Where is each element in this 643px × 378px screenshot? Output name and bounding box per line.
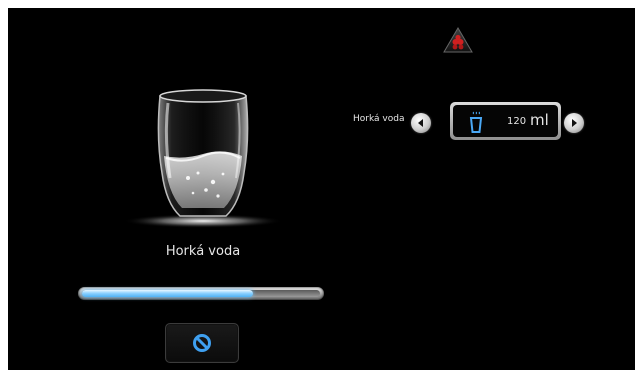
volume-display: 120 ml — [450, 102, 561, 140]
hot-cup-icon — [469, 111, 483, 133]
volume-value: 120 — [507, 116, 527, 127]
volume-display-inner: 120 ml — [453, 105, 558, 137]
progress-track — [82, 290, 320, 297]
left-arrow-icon — [418, 119, 423, 127]
cancel-button[interactable] — [165, 323, 239, 363]
cancel-icon — [193, 334, 211, 352]
coffee-machine-screen: Horká voda Horká voda 120 ml — [8, 8, 635, 370]
progress-fill — [82, 290, 254, 297]
dispense-progress-bar — [78, 287, 324, 300]
previous-button[interactable] — [411, 113, 431, 133]
right-arrow-icon — [572, 119, 577, 127]
drink-name-label: Horká voda — [165, 244, 241, 259]
selector-label: Horká voda — [353, 114, 405, 124]
next-button[interactable] — [564, 113, 584, 133]
volume-unit: ml — [530, 111, 549, 129]
warning-icon[interactable] — [442, 26, 474, 54]
hot-water-glass-image — [118, 78, 288, 233]
